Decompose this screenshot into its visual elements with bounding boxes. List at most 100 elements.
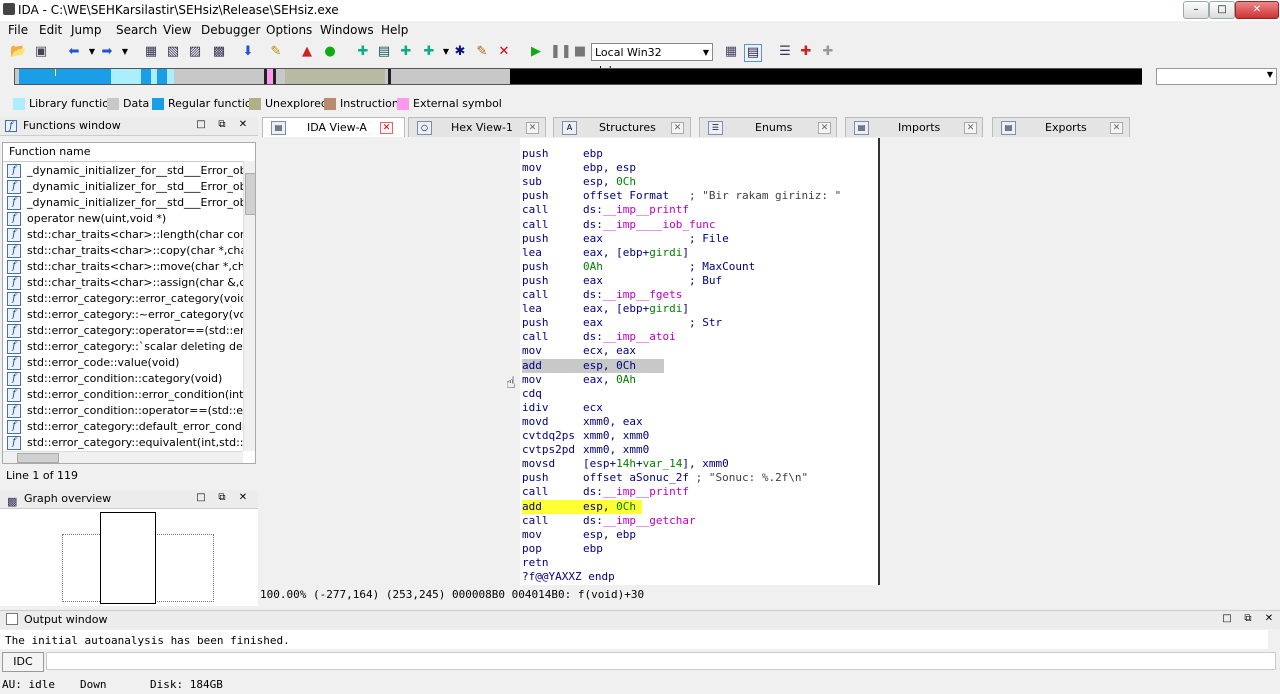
float-icon[interactable]: ⧉ xyxy=(216,492,228,504)
close-icon[interactable]: ✕ xyxy=(671,122,684,134)
menu-windows[interactable]: Windows xyxy=(320,23,374,37)
menu-view[interactable]: View xyxy=(163,23,191,37)
chevron-down-icon: ▼ xyxy=(702,48,709,57)
graph-overview-canvas[interactable] xyxy=(0,509,258,606)
output-scrollbar[interactable] xyxy=(1268,630,1280,649)
toolbar: 📂 ▣ ⬅ ▼ ➡ ▼ ▦ ▧ ▨ ▩ ⬇ ✎ ▲ ● ✚ ▤ ✚ ✚ ▼ ✱ … xyxy=(0,40,1280,77)
menu-bar: File Edit Jump Search View Debugger Opti… xyxy=(0,21,1280,40)
menu-edit[interactable]: Edit xyxy=(39,23,62,37)
function-list-item[interactable]: f std::error_condition::error_condition(i… xyxy=(7,387,255,402)
maximize-button[interactable]: □ xyxy=(1209,1,1235,19)
function-list-item[interactable]: f std::error_condition::operator==(std::e… xyxy=(7,403,255,418)
link-icon[interactable]: ✚ xyxy=(421,44,437,60)
function-list-item[interactable]: f std::error_category::error_category(voi… xyxy=(7,291,251,306)
menu-options[interactable]: Options xyxy=(266,23,312,37)
segment-select[interactable]: ▼ xyxy=(1156,68,1277,85)
stop-icon[interactable]: ■ xyxy=(572,44,588,60)
process-icon[interactable]: ▦ xyxy=(723,44,739,60)
disasm-line[interactable]: add esp, 0Ch xyxy=(522,499,642,514)
function-list-item[interactable]: f std::error_category::equivalent(int,std… xyxy=(7,435,255,450)
search-imm-icon[interactable]: ▩ xyxy=(211,44,227,60)
close-icon[interactable]: ✕ xyxy=(380,122,393,134)
output-window-title: Output window xyxy=(24,613,108,626)
function-list-item[interactable]: f std::error_condition::category(void) xyxy=(7,371,222,386)
search-next-icon[interactable]: ▨ xyxy=(187,44,203,60)
edit-icon[interactable]: ✎ xyxy=(474,44,490,60)
function-list-item[interactable]: f std::error_category::operator==(std::er… xyxy=(7,323,255,338)
function-list-item[interactable]: f std::error_category::~error_category(vo… xyxy=(7,307,255,322)
close-icon[interactable]: ✕ xyxy=(818,122,831,134)
minimize-button[interactable]: – xyxy=(1183,1,1209,19)
struct-icon[interactable]: ▤ xyxy=(376,44,392,60)
tab-ida-view-a[interactable]: ▤ IDA View-A ✕ xyxy=(262,117,405,137)
search-binary-icon[interactable]: ▦ xyxy=(143,44,159,60)
arrow-down-icon[interactable]: ⬇ xyxy=(240,44,256,60)
function-list-item[interactable]: f std::char_traits<char>::assign(char &,c… xyxy=(7,275,255,290)
function-list-item[interactable]: f std::error_category::default_error_cond… xyxy=(7,419,255,434)
function-icon: f xyxy=(7,420,21,434)
function-list-item[interactable]: f _dynamic_initializer_for__std___Error_o… xyxy=(7,163,255,178)
close-button[interactable]: ✕ xyxy=(1235,1,1279,19)
function-list-item[interactable]: f _dynamic_initializer_for__std___Error_o… xyxy=(7,195,255,210)
code-block[interactable]: push ebp mov ebp, esp sub esp, 0Ch push offset … xyxy=(520,138,880,585)
pause-icon[interactable]: ❚❚ xyxy=(550,44,572,60)
add-breakpoint-icon[interactable]: ✚ xyxy=(798,44,814,60)
save-icon[interactable]: ▣ xyxy=(33,44,49,60)
trace-icon[interactable]: ✚ xyxy=(820,44,836,60)
vertical-scrollbar[interactable] xyxy=(243,161,255,451)
graph-icon[interactable]: ▲ xyxy=(299,44,315,60)
function-list-item[interactable]: f std::char_traits<char>::length(char con… xyxy=(7,227,255,242)
navigation-band[interactable] xyxy=(14,68,1142,85)
column-header[interactable]: Function name xyxy=(3,143,245,162)
horizontal-scrollbar[interactable] xyxy=(3,451,243,463)
plugin-icon[interactable]: ✱ xyxy=(452,44,468,60)
close-icon[interactable]: ✕ xyxy=(1110,122,1123,134)
restore-icon[interactable]: □ xyxy=(1221,613,1233,625)
restore-icon[interactable]: □ xyxy=(195,119,207,131)
function-list-item[interactable]: f std::error_code::value(void) xyxy=(7,355,179,370)
breakpoint-list-icon[interactable]: ☰ xyxy=(777,44,793,60)
debugger-select[interactable]: Local Win32 debugger▼ xyxy=(591,43,713,77)
tab-enums[interactable]: ☰ Enums ✕ xyxy=(699,117,837,137)
menu-help[interactable]: Help xyxy=(381,23,408,37)
menu-search[interactable]: Search xyxy=(116,23,157,37)
menu-file[interactable]: File xyxy=(8,23,28,37)
close-icon[interactable]: ✕ xyxy=(1263,613,1275,625)
back-icon[interactable]: ⬅ xyxy=(66,44,82,60)
float-icon[interactable]: ⧉ xyxy=(1242,613,1254,625)
function-list-item[interactable]: f std::char_traits<char>::copy(char *,cha… xyxy=(7,243,255,258)
chevron-down-icon[interactable]: ▼ xyxy=(84,44,100,60)
function-list-item[interactable]: f operator new(uint,void *) xyxy=(7,211,166,226)
float-icon[interactable]: ⧉ xyxy=(216,119,228,131)
function-list-item[interactable]: f std::char_traits<char>::move(char *,cha… xyxy=(7,259,255,274)
add-node-icon[interactable]: ✚ xyxy=(398,44,414,60)
tab-structures[interactable]: A Structures ✕ xyxy=(553,117,691,137)
tab-exports[interactable]: ▤ Exports ✕ xyxy=(992,117,1130,137)
idc-button[interactable]: IDC xyxy=(2,652,44,672)
tab-imports[interactable]: ▤ Imports ✕ xyxy=(845,117,983,137)
menu-debugger[interactable]: Debugger xyxy=(201,23,260,37)
forward-icon[interactable]: ➡ xyxy=(99,44,115,60)
create-function-icon[interactable]: ✚ xyxy=(355,44,371,60)
close-icon[interactable]: ✕ xyxy=(526,122,539,134)
search-text-icon[interactable]: ▧ xyxy=(165,44,181,60)
mark-icon[interactable]: ✎ xyxy=(268,44,284,60)
function-list-item[interactable]: f _dynamic_initializer_for__std___Error_o… xyxy=(7,179,255,194)
tab-hex-view-1[interactable]: ○ Hex View-1 ✕ xyxy=(408,117,546,137)
run-circle-icon[interactable]: ● xyxy=(322,44,338,60)
play-icon[interactable]: ▶ xyxy=(528,44,544,60)
disasm-line[interactable]: add esp, 0Ch xyxy=(522,358,664,373)
command-input[interactable] xyxy=(46,652,1276,670)
delete-icon[interactable]: ✕ xyxy=(496,44,512,60)
functions-window-title: Functions window xyxy=(23,119,121,132)
close-icon[interactable]: ✕ xyxy=(237,492,249,504)
function-list-item[interactable]: f std::error_category::`scalar deleting d… xyxy=(7,339,255,354)
close-icon[interactable]: ✕ xyxy=(237,119,249,131)
chevron-down-icon[interactable]: ▼ xyxy=(117,44,133,60)
restore-icon[interactable]: □ xyxy=(195,492,207,504)
close-icon[interactable]: ✕ xyxy=(964,122,977,134)
app-icon xyxy=(3,3,15,15)
open-icon[interactable]: 📂 xyxy=(10,44,26,60)
attach-icon[interactable]: ▤ xyxy=(744,44,762,62)
menu-jump[interactable]: Jump xyxy=(71,23,101,37)
